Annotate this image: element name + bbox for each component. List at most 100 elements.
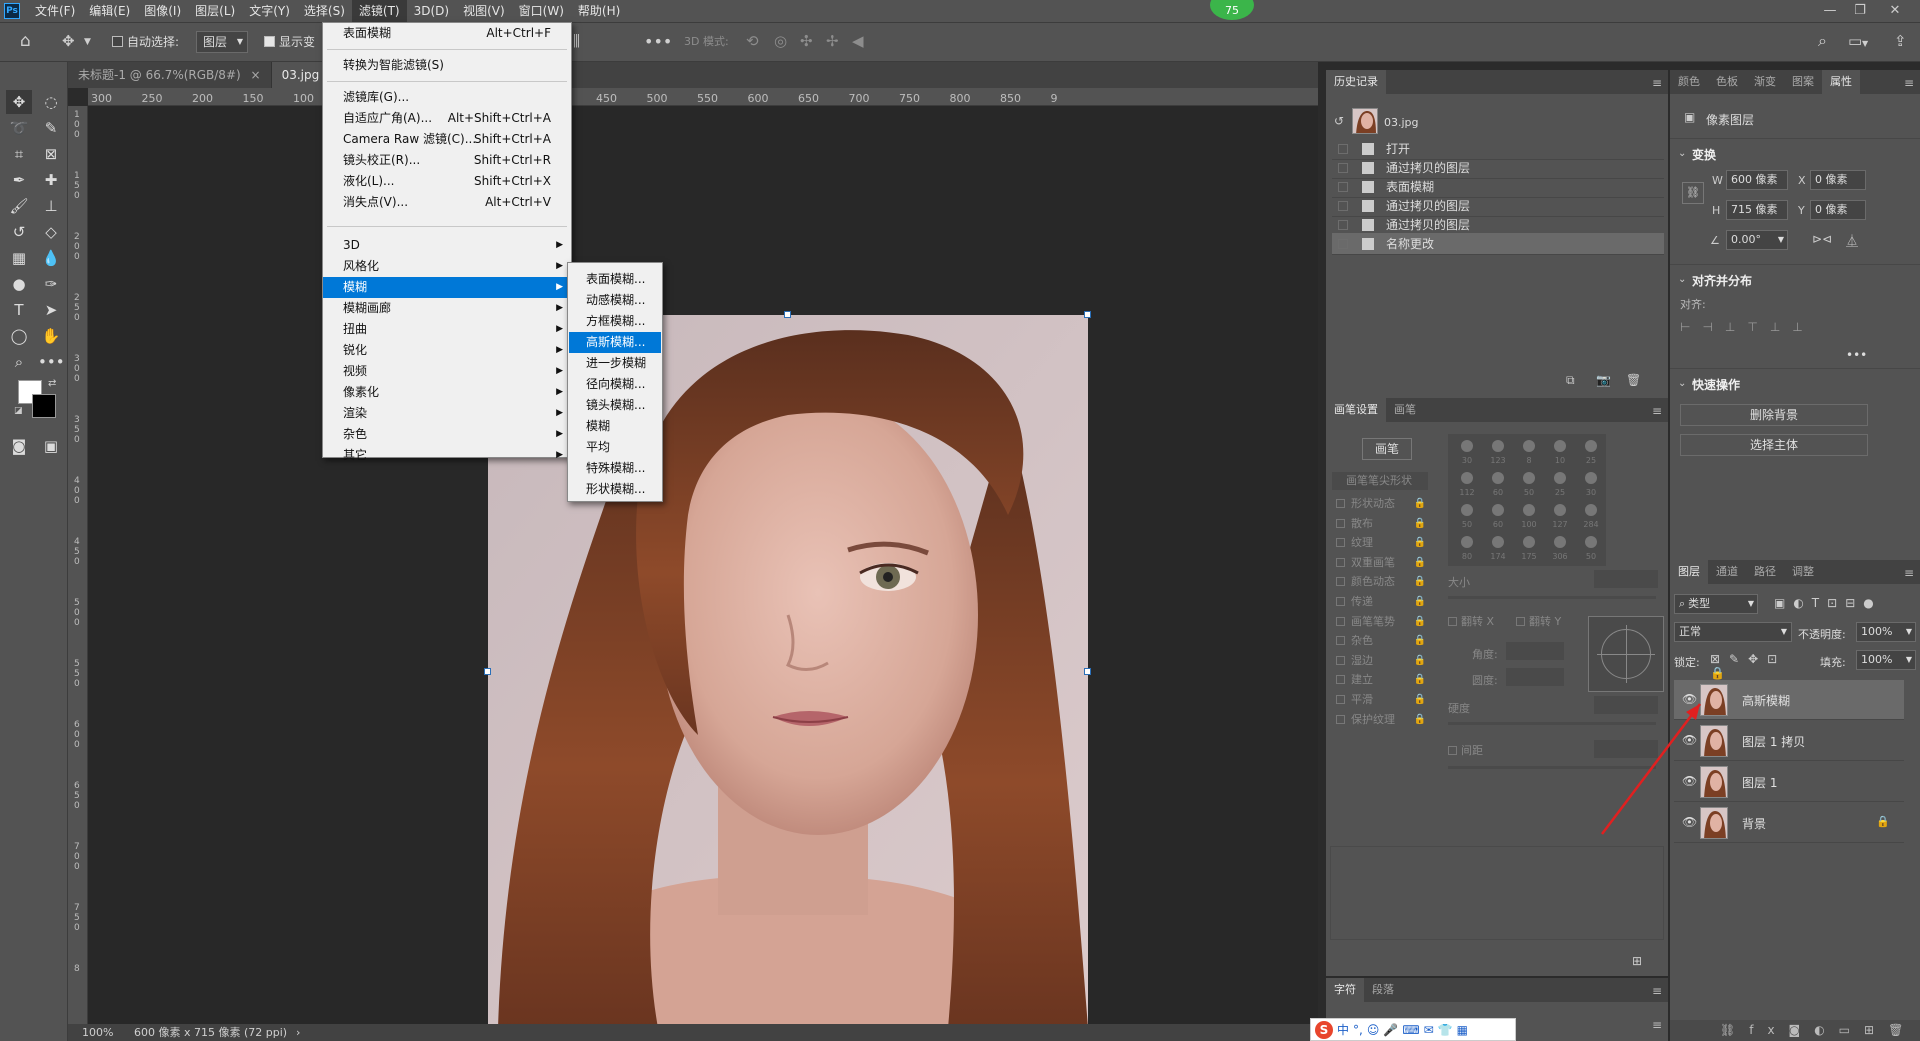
tab-untitled[interactable]: 未标题-1 @ 66.7%(RGB/8#) × xyxy=(68,62,272,88)
background-color-swatch[interactable] xyxy=(32,394,56,418)
filter-menu-item[interactable]: 锐化 ▶ xyxy=(323,340,571,361)
menu-item[interactable]: 图层(L) xyxy=(188,0,242,22)
3d-camera-icon[interactable]: ◀ xyxy=(852,34,864,49)
trash-icon[interactable]: 🗑 xyxy=(1626,373,1641,387)
brush-option[interactable]: 散布 🔒 xyxy=(1336,514,1426,534)
history-source-checkbox[interactable] xyxy=(1338,182,1348,192)
3d-roll-icon[interactable]: ◎ xyxy=(774,34,787,49)
tab-properties-group[interactable]: 颜色 xyxy=(1670,70,1708,94)
canvas-area[interactable] xyxy=(88,106,1318,1031)
menu-item[interactable]: 视图(V) xyxy=(456,0,512,22)
more-options-icon[interactable]: ••• xyxy=(644,34,672,50)
share-icon[interactable]: ⇪ xyxy=(1894,34,1907,49)
chevron-down-icon[interactable]: ⌄ xyxy=(1678,148,1686,159)
layer-filter-dropdown[interactable]: ⌕ 类型 ▼ xyxy=(1674,594,1758,614)
3d-rotate-icon[interactable]: ⟲ xyxy=(746,34,759,49)
filter-menu-item[interactable]: 转换为智能滤镜(S) xyxy=(323,55,571,76)
blur-submenu-item[interactable]: 动感模糊... xyxy=(569,290,661,311)
brush-option-checkbox[interactable] xyxy=(1336,714,1345,724)
transform-handle[interactable] xyxy=(1084,668,1091,675)
shape-tool-icon[interactable]: ◯ xyxy=(6,324,32,348)
lock-icon[interactable]: 🔒 xyxy=(1414,572,1426,592)
filter-menu-item[interactable]: 模糊画廊 ▶ xyxy=(323,298,571,319)
hand-tool-icon[interactable]: ✋ xyxy=(38,324,64,348)
brush-preset[interactable]: 50 xyxy=(1516,470,1542,500)
grid-icon[interactable]: ▦ xyxy=(1457,1023,1468,1037)
height-field[interactable]: 715 像素 xyxy=(1726,200,1788,220)
layer-name[interactable]: 背景 xyxy=(1742,815,1766,832)
brush-option-checkbox[interactable] xyxy=(1336,695,1345,704)
brush-tool-icon[interactable]: 🖌 xyxy=(6,194,32,218)
blur-submenu-item[interactable]: 镜头模糊... xyxy=(569,395,661,416)
size-slider[interactable] xyxy=(1448,596,1656,599)
menu-item[interactable]: 帮助(H) xyxy=(571,0,627,22)
brush-option-checkbox[interactable] xyxy=(1336,518,1345,528)
filter-menu-item[interactable]: 液化(L)... Shift+Ctrl+X xyxy=(323,171,571,192)
menu-item[interactable]: 选择(S) xyxy=(297,0,352,22)
menu-item[interactable]: 编辑(E) xyxy=(82,0,137,22)
panel-menu-icon[interactable]: ≡ xyxy=(1904,76,1914,90)
show-transform-checkbox[interactable]: 显示变 xyxy=(264,33,315,50)
3d-pan-icon[interactable]: ✣ xyxy=(800,34,813,49)
tab-brush[interactable]: 画笔 xyxy=(1386,398,1424,422)
lock-icon[interactable]: 🔒 xyxy=(1414,651,1426,671)
brush-preset[interactable]: 123 xyxy=(1485,438,1511,468)
screen-mode-icon[interactable]: ▣ xyxy=(38,434,64,458)
filter-menu-item[interactable]: 视频 ▶ xyxy=(323,361,571,382)
menu-item[interactable]: 窗口(W) xyxy=(512,0,571,22)
tab-properties-group[interactable]: 渐变 xyxy=(1746,70,1784,94)
spacing-checkbox[interactable]: 间距 xyxy=(1448,742,1483,758)
lasso-tool-icon[interactable]: ➰ xyxy=(6,116,32,140)
ime-language[interactable]: 中 xyxy=(1337,1021,1349,1038)
panel-menu-icon[interactable]: ≡ xyxy=(1652,404,1662,418)
eyedropper-tool-icon[interactable]: ✒ xyxy=(6,168,32,192)
filter-menu-item[interactable]: 模糊 ▶ xyxy=(323,277,571,298)
align-buttons[interactable]: ⊢⊣⊥⊤⊥⊥ xyxy=(1680,320,1880,334)
brush-option-checkbox[interactable] xyxy=(1336,557,1345,567)
swap-colors-icon[interactable]: ⇄ xyxy=(48,378,56,389)
brush-option-checkbox[interactable] xyxy=(1336,655,1345,665)
chevron-down-icon[interactable]: ▼ xyxy=(1862,36,1868,51)
skin-icon[interactable]: 👕 xyxy=(1438,1023,1453,1037)
flip-vertical-icon[interactable]: ⏅ xyxy=(1846,232,1858,249)
more-align-icon[interactable]: ••• xyxy=(1846,348,1867,362)
brush-angle-preview[interactable] xyxy=(1588,616,1664,692)
brush-preset[interactable]: 50 xyxy=(1578,534,1604,564)
filter-menu-item[interactable]: 风格化 ▶ xyxy=(323,256,571,277)
blur-submenu-item[interactable]: 高斯模糊... xyxy=(569,332,661,353)
tab-layers-group[interactable]: 路径 xyxy=(1746,560,1784,584)
default-colors-icon[interactable]: ◪ xyxy=(14,406,23,416)
filter-menu-item[interactable]: 自适应广角(A)... Alt+Shift+Ctrl+A xyxy=(323,108,571,129)
brush-preset[interactable]: 10 xyxy=(1547,438,1573,468)
history-brush-source-icon[interactable]: ↺ xyxy=(1334,114,1344,128)
auto-select-dropdown[interactable]: 图层 ▼ xyxy=(196,31,248,53)
path-select-tool-icon[interactable]: ➤ xyxy=(38,298,64,322)
ime-punctuation[interactable]: °, xyxy=(1353,1023,1363,1037)
filter-menu-item[interactable]: 滤镜库(G)... xyxy=(323,87,571,108)
more-tools-icon[interactable]: ••• xyxy=(38,350,65,374)
panel-menu-icon[interactable]: ≡ xyxy=(1652,1018,1662,1032)
chevron-down-icon[interactable]: ⌄ xyxy=(1678,274,1686,285)
x-field[interactable]: 0 像素 xyxy=(1810,170,1866,190)
blur-submenu-item[interactable]: 特殊模糊... xyxy=(569,458,661,479)
lock-icon[interactable]: 🔒 xyxy=(1414,690,1426,710)
fill-field[interactable]: 100% ▼ xyxy=(1856,650,1916,670)
lock-icon[interactable]: 🔒 xyxy=(1414,631,1426,651)
flip-x-checkbox[interactable]: 翻转 X xyxy=(1448,613,1494,629)
roundness-field[interactable] xyxy=(1506,668,1564,686)
filter-menu-item[interactable]: 杂色 ▶ xyxy=(323,424,571,445)
brush-preset[interactable]: 80 xyxy=(1454,534,1480,564)
new-document-icon[interactable]: ⧉ xyxy=(1566,373,1575,388)
history-source-checkbox[interactable] xyxy=(1338,144,1348,154)
sogou-logo[interactable]: S xyxy=(1315,1020,1333,1039)
brush-option-checkbox[interactable] xyxy=(1336,675,1345,685)
layer-name[interactable]: 图层 1 拷贝 xyxy=(1742,733,1805,750)
blur-submenu-item[interactable]: 模糊 xyxy=(569,416,661,437)
tab-layers-group[interactable]: 图层 xyxy=(1670,560,1708,584)
brush-preset[interactable]: 30 xyxy=(1454,438,1480,468)
brush-tip-shape[interactable]: 画笔笔尖形状 xyxy=(1332,472,1428,490)
tab-layers-group[interactable]: 通道 xyxy=(1708,560,1746,584)
blur-submenu-item[interactable]: 方框模糊... xyxy=(569,311,661,332)
tab-character[interactable]: 字符 xyxy=(1326,978,1364,1002)
minimize-icon[interactable]: — xyxy=(1815,0,1845,22)
